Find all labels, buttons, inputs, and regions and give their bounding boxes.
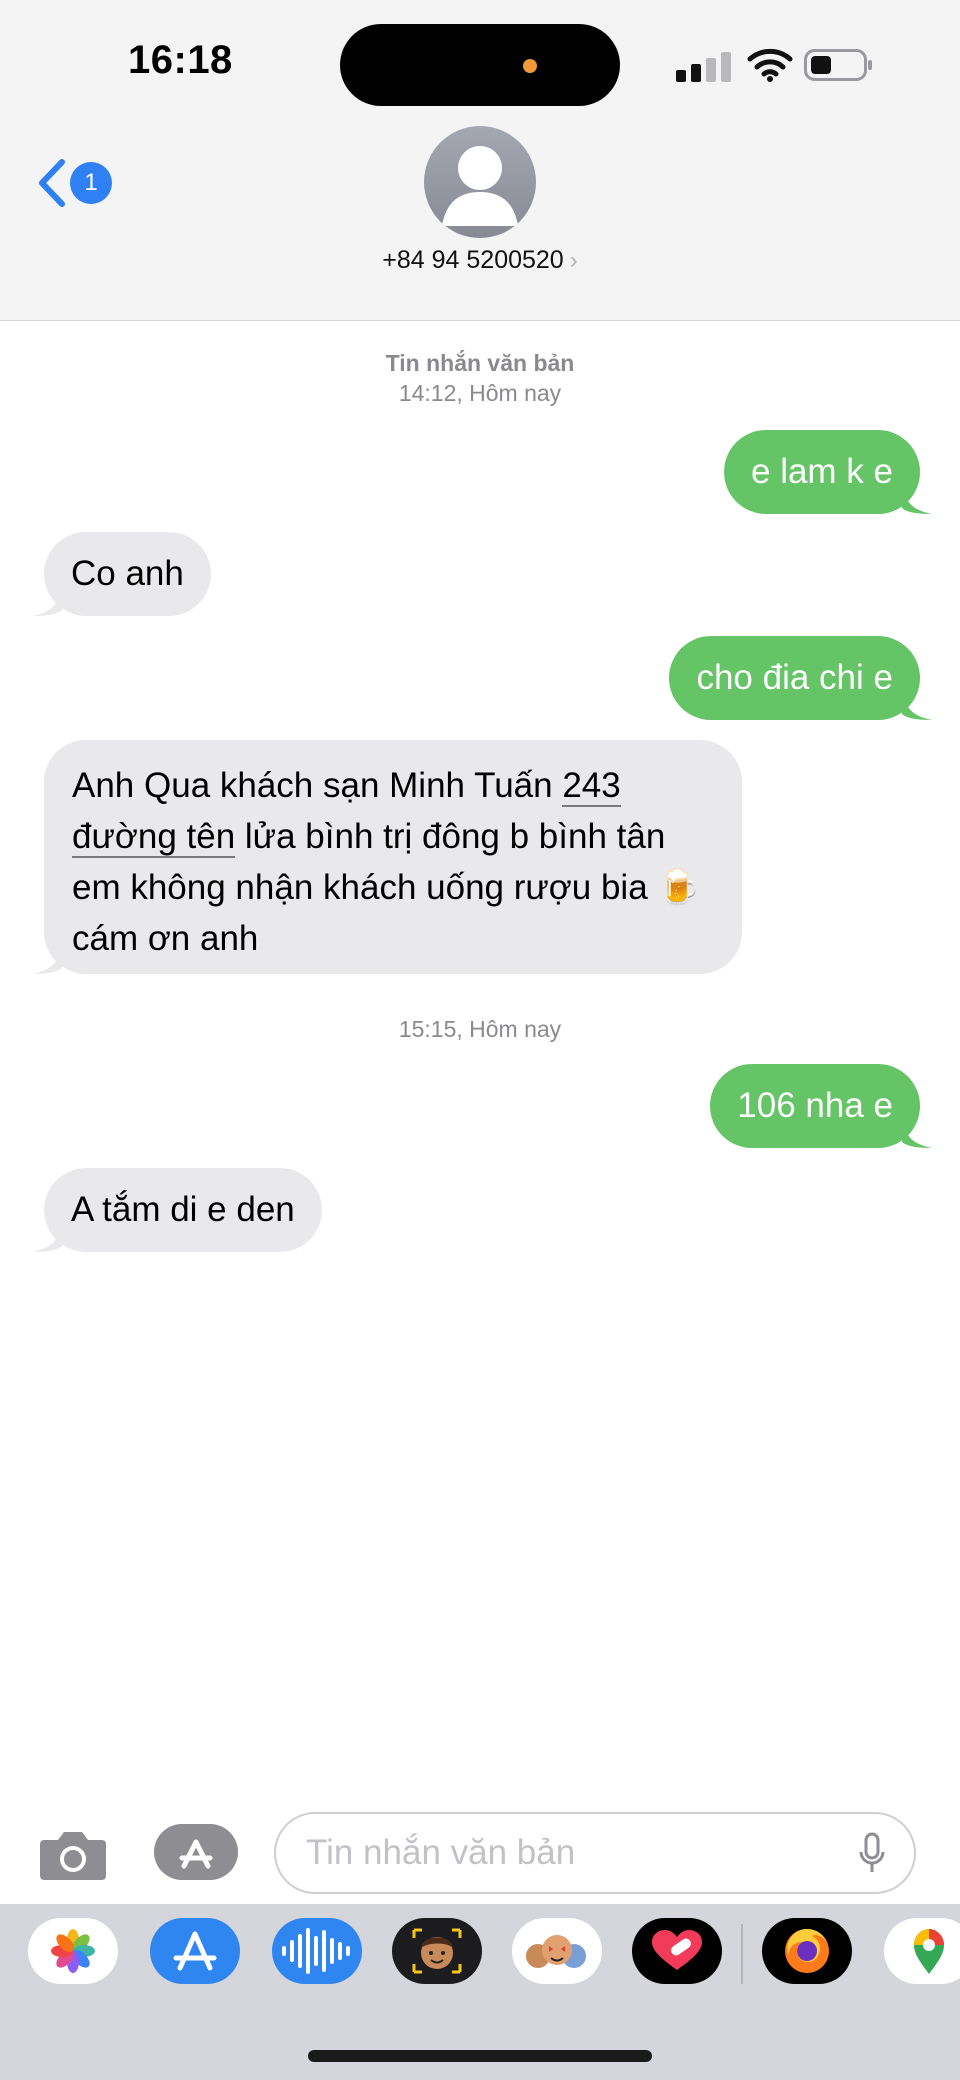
camera-icon[interactable] (38, 1826, 108, 1882)
wifi-icon (747, 48, 793, 82)
person-icon (442, 146, 518, 226)
message-bubble-received[interactable]: Co anh (32, 532, 211, 616)
message-composer (0, 1800, 960, 1904)
timestamp-text: 14:12, Hôm nay (398, 380, 562, 406)
imessage-app-strip (0, 1904, 960, 2080)
bubble-tail (902, 480, 932, 514)
timestamp-group-1: Tin nhắn văn bản 14:12, Hôm nay (0, 348, 960, 408)
timestamp-text: 15:15, Hôm nay (398, 1016, 562, 1042)
bubble-tail (32, 940, 62, 974)
digital-touch-icon (652, 1930, 702, 1970)
app-store-icon (179, 1839, 213, 1869)
back-button[interactable]: 1 (34, 152, 124, 212)
message-bubble-sent[interactable]: e lam k e (724, 430, 932, 514)
google-maps-icon (914, 1929, 944, 1974)
unread-count-badge: 1 (70, 162, 112, 204)
message-text: Co anh (71, 554, 184, 593)
battery-icon (804, 49, 872, 81)
bubble-tail (902, 686, 932, 720)
photos-app-button[interactable] (28, 1918, 118, 1984)
status-time: 16:18 (128, 38, 233, 82)
memoji-icon (412, 1928, 462, 1974)
digital-touch-app-button[interactable] (632, 1918, 722, 1984)
message-bubble-received[interactable]: A tắm di e den (32, 1168, 322, 1252)
photos-icon (51, 1929, 95, 1973)
contact-name-row[interactable]: +84 94 5200520 › (0, 246, 960, 275)
audio-message-app-button[interactable] (272, 1918, 362, 1984)
privacy-indicator-dot (523, 59, 537, 73)
home-indicator[interactable] (308, 2050, 652, 2062)
bubble-tail (32, 1218, 62, 1252)
bubble-tail (32, 582, 62, 616)
message-type-label: Tin nhắn văn bản (385, 350, 575, 376)
message-bubble-sent[interactable]: 106 nha e (710, 1064, 932, 1148)
cellular-signal-icon (676, 52, 731, 82)
message-bubble-sent[interactable]: cho đia chi e (669, 636, 932, 720)
contact-name: +84 94 5200520 (382, 246, 564, 274)
beer-emoji: 🍺 (657, 868, 701, 907)
audio-message-icon (282, 1928, 350, 1974)
message-text: Anh Qua khách sạn Minh Tuấn 243 đường tê… (72, 766, 701, 958)
status-icons (676, 44, 876, 84)
message-bubble-received[interactable]: Anh Qua khách sạn Minh Tuấn 243 đường tê… (32, 740, 742, 974)
message-text: 106 nha e (737, 1086, 893, 1125)
app-store-button[interactable] (154, 1824, 238, 1880)
chevron-left-icon (39, 159, 65, 207)
app-store-app-button[interactable] (150, 1918, 240, 1984)
app-store-icon (173, 1931, 217, 1971)
message-input[interactable] (274, 1812, 916, 1894)
memoji-stickers-icon (526, 1935, 586, 1968)
bubble-tail (902, 1114, 932, 1148)
chevron-right-icon: › (569, 247, 578, 274)
message-text: A tắm di e den (71, 1190, 295, 1229)
contact-avatar[interactable] (424, 126, 536, 238)
google-maps-app-button[interactable] (884, 1918, 960, 1984)
message-text: e lam k e (751, 452, 893, 491)
firefox-app-button[interactable] (762, 1918, 852, 1984)
timestamp-group-2: 15:15, Hôm nay (0, 1014, 960, 1044)
memoji-stickers-app-button[interactable] (512, 1918, 602, 1984)
conversation-header: 16:18 1 +84 94 5200520 › (0, 0, 960, 321)
dynamic-island (340, 24, 620, 106)
message-text: cho đia chi e (696, 658, 893, 697)
firefox-icon (785, 1929, 829, 1973)
microphone-icon[interactable] (858, 1832, 886, 1876)
app-strip-divider (741, 1924, 743, 1984)
memoji-app-button[interactable] (392, 1918, 482, 1984)
